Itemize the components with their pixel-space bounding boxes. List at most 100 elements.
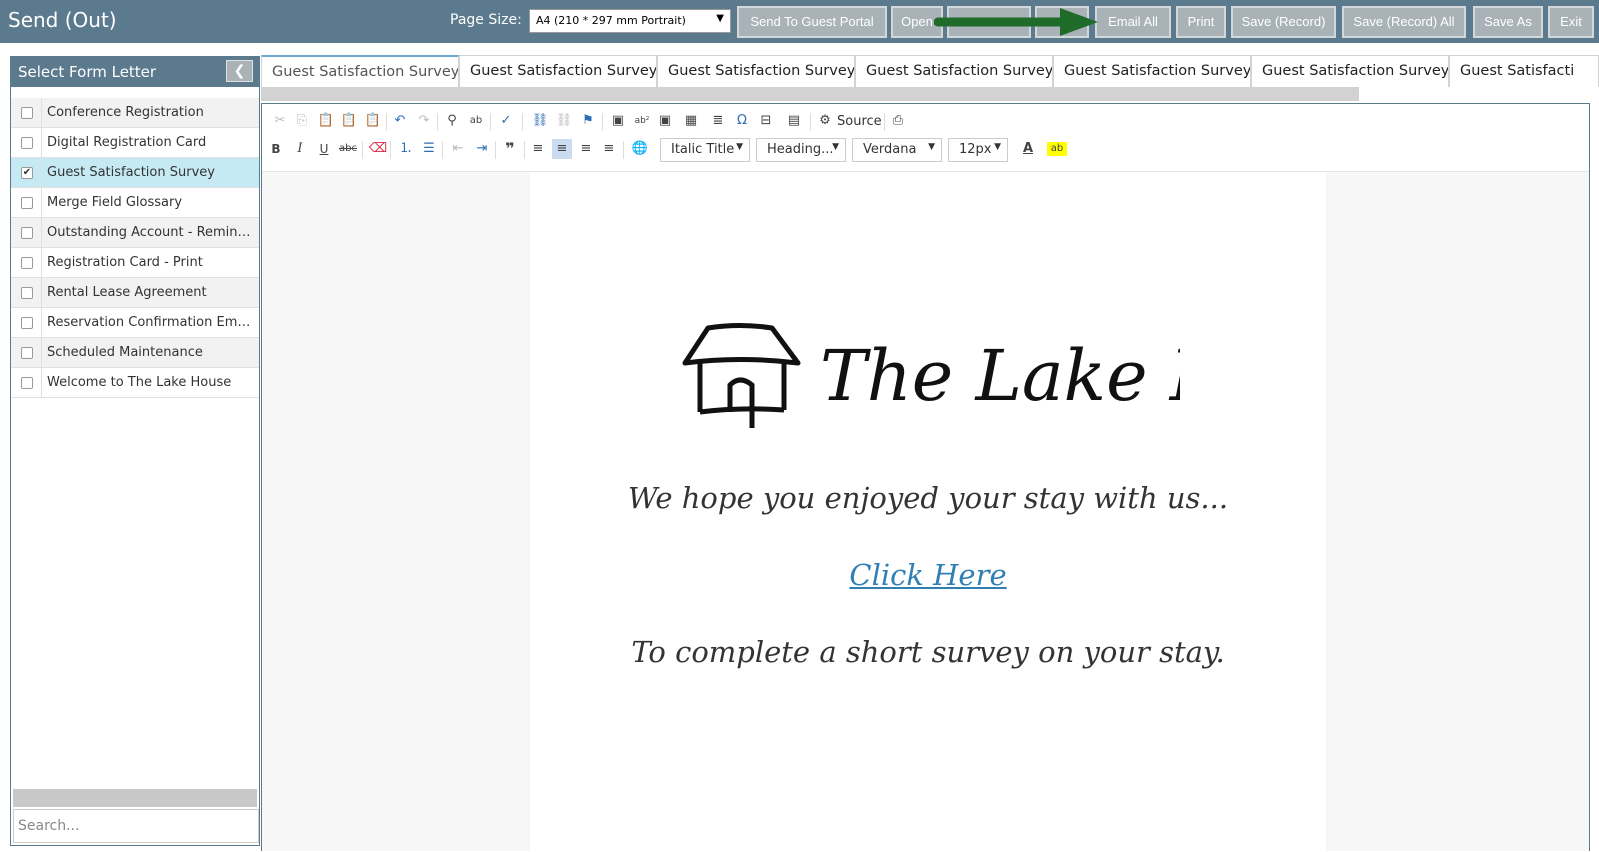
list-item[interactable]: Reservation Confirmation Email xyxy=(11,308,259,338)
unlink-icon[interactable]: ⛓ xyxy=(554,111,574,131)
paste-text-icon[interactable]: 📋 xyxy=(339,111,359,131)
toolbar-separator xyxy=(362,141,363,159)
page-break-icon[interactable]: ▤ xyxy=(784,111,804,131)
email-all-button[interactable]: Email All xyxy=(1095,6,1171,38)
toolbar-separator xyxy=(602,113,603,131)
list-item[interactable]: Scheduled Maintenance xyxy=(11,338,259,368)
search-input[interactable]: Search... xyxy=(13,809,259,843)
sidebar-header: Select Form Letter ❮ xyxy=(11,57,259,87)
tab-document[interactable]: Guest Satisfaction Survey xyxy=(1053,55,1251,87)
toolbar-separator xyxy=(490,113,491,131)
list-item[interactable]: Rental Lease Agreement xyxy=(11,278,259,308)
print-icon[interactable]: ⎙ xyxy=(888,111,908,131)
redo-icon[interactable]: ↷ xyxy=(414,111,434,131)
chevron-left-icon[interactable]: ❮ xyxy=(226,60,253,82)
checkbox[interactable]: ✔ xyxy=(21,167,33,179)
checkbox[interactable] xyxy=(21,137,33,149)
align-right-icon[interactable]: ≡ xyxy=(576,139,596,159)
source-icon[interactable]: ⚙ xyxy=(815,111,835,131)
document-page[interactable]: The Lake House. We hope you enjoyed your… xyxy=(530,172,1326,852)
checkbox[interactable] xyxy=(21,347,33,359)
list-item[interactable]: Welcome to The Lake House xyxy=(11,368,259,398)
horizontal-rule-icon[interactable]: ⊟ xyxy=(756,111,776,131)
checkbox[interactable] xyxy=(21,257,33,269)
tab-document[interactable]: Guest Satisfaction Survey xyxy=(261,55,459,87)
paste-word-icon[interactable]: 📋 xyxy=(363,111,383,131)
checkbox[interactable] xyxy=(21,377,33,389)
tab-document[interactable]: Guest Satisfaction Survey xyxy=(459,55,657,87)
toolbar-separator xyxy=(386,113,387,131)
table-icon[interactable]: ▦ xyxy=(681,111,701,131)
print-button[interactable]: Print xyxy=(1176,6,1226,38)
source-button[interactable]: Source xyxy=(837,114,882,129)
format-combo[interactable]: Italic Title ▼ xyxy=(660,138,750,162)
checkbox[interactable] xyxy=(21,107,33,119)
omega-icon[interactable]: Ω xyxy=(732,111,752,131)
paste-icon[interactable]: 📋 xyxy=(316,111,336,131)
bullet-list-icon[interactable]: ☰ xyxy=(419,139,439,159)
strikethrough-icon[interactable]: abc xyxy=(338,139,358,159)
format-combo-value: Italic Title xyxy=(671,142,735,157)
list-item[interactable]: Digital Registration Card xyxy=(11,128,259,158)
copy-icon[interactable]: ⎘ xyxy=(292,111,312,131)
bold-icon[interactable]: B xyxy=(266,139,286,159)
text-color-icon[interactable]: A xyxy=(1018,139,1038,159)
list-item[interactable]: Registration Card - Print xyxy=(11,248,259,278)
checkbox[interactable] xyxy=(21,317,33,329)
tab-document[interactable]: Guest Satisfaction Survey xyxy=(1251,55,1449,87)
exit-button[interactable]: Exit xyxy=(1548,6,1594,38)
checkbox[interactable] xyxy=(21,287,33,299)
blockquote-icon[interactable]: ❞ xyxy=(500,139,520,159)
find-icon[interactable]: ⚲ xyxy=(442,111,462,131)
justify-icon[interactable]: ≡ xyxy=(599,139,619,159)
list-item[interactable]: Merge Field Glossary xyxy=(11,188,259,218)
send-to-guest-portal-button[interactable]: Send To Guest Portal xyxy=(737,6,887,38)
align-left-icon[interactable]: ≡ xyxy=(528,139,548,159)
image-upload-icon[interactable]: ▣ xyxy=(655,111,675,131)
page-size-select[interactable]: A4 (210 * 297 mm Portrait) ▼ xyxy=(529,9,731,33)
line-height-icon[interactable]: ≣ xyxy=(708,111,728,131)
cut-icon[interactable]: ✂ xyxy=(270,111,290,131)
undo-icon[interactable]: ↶ xyxy=(390,111,410,131)
font-combo[interactable]: Verdana ▼ xyxy=(852,138,942,162)
size-combo[interactable]: 12px ▼ xyxy=(948,138,1008,162)
italic-icon[interactable]: I xyxy=(290,139,310,159)
toolbar-separator xyxy=(522,113,523,131)
special-format-icon[interactable]: ab² xyxy=(632,111,652,131)
tab-document[interactable]: Guest Satisfaction Survey xyxy=(657,55,855,87)
numbered-list-icon[interactable]: ⒈ xyxy=(396,139,416,159)
row-divider xyxy=(41,218,42,247)
toolbar-separator xyxy=(884,113,885,131)
save-record-all-button[interactable]: Save (Record) All xyxy=(1342,6,1466,38)
tab-scrollbar[interactable] xyxy=(261,87,1359,101)
survey-link[interactable]: Click Here xyxy=(530,558,1326,592)
list-item[interactable]: ✔ Guest Satisfaction Survey xyxy=(11,158,259,188)
replace-icon[interactable]: ab xyxy=(466,111,486,131)
link-icon[interactable]: ⛓ xyxy=(530,111,550,131)
anchor-flag-icon[interactable]: ⚑ xyxy=(578,111,598,131)
save-record-button[interactable]: Save (Record) xyxy=(1231,6,1336,38)
chevron-down-icon: ▼ xyxy=(928,142,935,152)
doc-line-enjoyed: We hope you enjoyed your stay with us... xyxy=(627,481,1229,515)
outdent-icon[interactable]: ⇤ xyxy=(448,139,468,159)
underline-icon[interactable]: U xyxy=(314,139,334,159)
row-divider xyxy=(41,128,42,157)
checkbox[interactable] xyxy=(21,197,33,209)
tab-document[interactable]: Guest Satisfaction Survey xyxy=(855,55,1053,87)
background-color-icon[interactable]: ab xyxy=(1047,142,1067,156)
row-divider xyxy=(41,368,42,397)
remove-format-icon[interactable]: ⌫ xyxy=(368,139,388,159)
toolbar-separator xyxy=(524,141,525,159)
spellcheck-icon[interactable]: ✓ xyxy=(496,111,516,131)
list-item[interactable]: Outstanding Account - Reminde... xyxy=(11,218,259,248)
sidebar-scrollbar[interactable] xyxy=(13,789,257,807)
indent-icon[interactable]: ⇥ xyxy=(472,139,492,159)
save-as-button[interactable]: Save As xyxy=(1473,6,1543,38)
heading-combo[interactable]: Heading... ▼ xyxy=(756,138,846,162)
tab-document[interactable]: Guest Satisfacti xyxy=(1449,55,1599,87)
list-item[interactable]: Conference Registration xyxy=(11,98,259,128)
align-center-icon[interactable]: ≡ xyxy=(552,139,572,159)
image-icon[interactable]: ▣ xyxy=(608,111,628,131)
checkbox[interactable] xyxy=(21,227,33,239)
language-icon[interactable]: 🌐 xyxy=(630,139,650,159)
